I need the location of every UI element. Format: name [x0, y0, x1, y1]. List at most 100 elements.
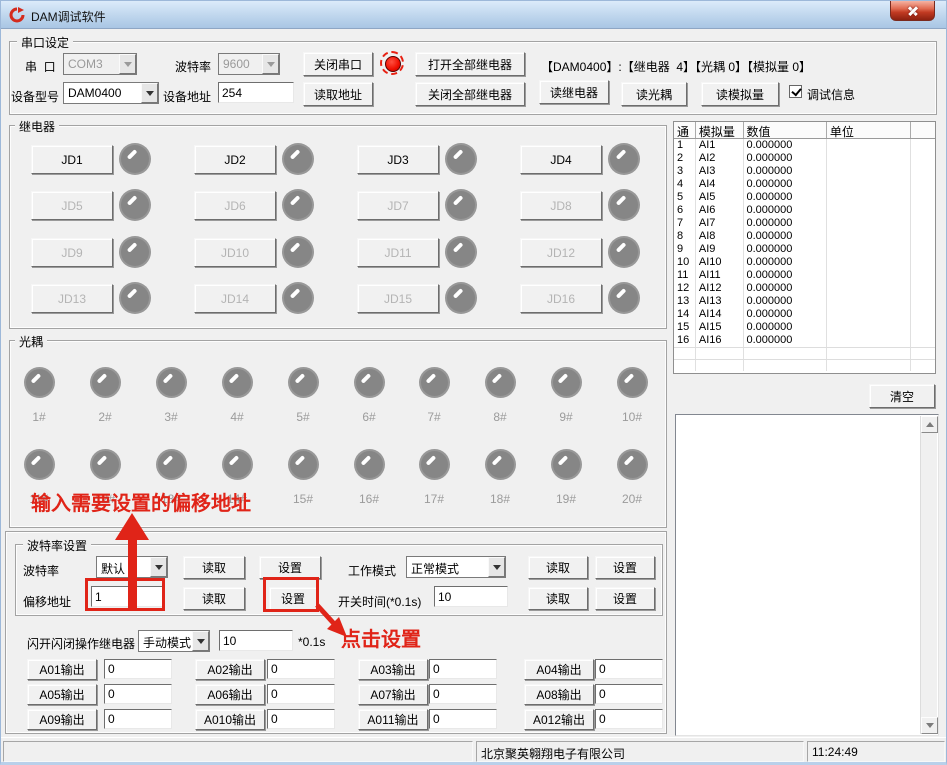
opto-label-4: 4#	[215, 410, 259, 424]
relay-led-4-icon	[610, 145, 638, 173]
ao-button-3[interactable]: A03输出	[358, 659, 428, 680]
ao-input-5[interactable]	[104, 684, 172, 704]
open-all-relays-button[interactable]: 打开全部继电器	[415, 52, 525, 76]
work-mode-select[interactable]: 正常模式	[406, 556, 506, 578]
read-offset-button[interactable]: 读取	[183, 587, 245, 610]
baudrate-select[interactable]: 9600	[218, 53, 280, 75]
debug-info-checkbox[interactable]	[789, 85, 802, 98]
analog-row-11[interactable]: 11AI110.000000	[674, 269, 935, 282]
scrollbar[interactable]	[920, 416, 937, 734]
ao-input-11[interactable]	[429, 709, 497, 729]
close-icon[interactable]	[890, 1, 935, 21]
opto-label-6: 6#	[347, 410, 391, 424]
relay-button-8[interactable]: JD8	[520, 191, 602, 220]
opto-label-1: 1#	[17, 410, 61, 424]
analog-row-7[interactable]: 7AI70.000000	[674, 217, 935, 230]
analog-cell	[744, 348, 827, 359]
ao-input-3[interactable]	[429, 659, 497, 679]
ao-input-2[interactable]	[267, 659, 335, 679]
analog-row-5[interactable]: 5AI50.000000	[674, 191, 935, 204]
analog-row-4[interactable]: 4AI40.000000	[674, 178, 935, 191]
analog-row-12[interactable]: 12AI120.000000	[674, 282, 935, 295]
analog-row-15[interactable]: 15AI150.000000	[674, 321, 935, 334]
scroll-up-icon[interactable]	[921, 416, 938, 433]
ao-button-1[interactable]: A01输出	[27, 659, 97, 680]
ao-button-12[interactable]: A012输出	[524, 709, 594, 730]
relay-button-15[interactable]: JD15	[357, 284, 439, 313]
relay-button-9[interactable]: JD9	[31, 238, 113, 267]
close-port-button[interactable]: 关闭串口	[303, 52, 373, 76]
relay-button-3[interactable]: JD3	[357, 145, 439, 174]
ao-button-9[interactable]: A09输出	[27, 709, 97, 730]
ao-input-7[interactable]	[429, 684, 497, 704]
analog-row-1[interactable]: 1AI10.000000	[674, 139, 935, 152]
relay-button-2[interactable]: JD2	[194, 145, 276, 174]
relay-button-12[interactable]: JD12	[520, 238, 602, 267]
set-switchtime-button[interactable]: 设置	[595, 587, 655, 610]
analog-cell: 0.000000	[744, 139, 827, 152]
relay-button-7[interactable]: JD7	[357, 191, 439, 220]
clear-button[interactable]: 清空	[869, 384, 935, 408]
read-analog-button[interactable]: 读模拟量	[701, 82, 779, 106]
ao-button-8[interactable]: A08输出	[524, 684, 594, 705]
analog-cell	[827, 269, 911, 282]
analog-cell: 0.000000	[744, 334, 827, 347]
relay-button-4[interactable]: JD4	[520, 145, 602, 174]
analog-row-14[interactable]: 14AI140.000000	[674, 308, 935, 321]
analog-cell	[911, 360, 935, 371]
read-switchtime-button[interactable]: 读取	[528, 587, 588, 610]
set-baud-button[interactable]: 设置	[259, 556, 321, 579]
analog-row-9[interactable]: 9AI90.000000	[674, 243, 935, 256]
analog-cell	[911, 269, 935, 282]
analog-row-16[interactable]: 16AI160.000000	[674, 334, 935, 347]
relay-button-13[interactable]: JD13	[31, 284, 113, 313]
analog-row-6[interactable]: 6AI60.000000	[674, 204, 935, 217]
ao-input-9[interactable]	[104, 709, 172, 729]
ao-input-10[interactable]	[267, 709, 335, 729]
set-workmode-button[interactable]: 设置	[595, 556, 655, 579]
ao-button-11[interactable]: A011输出	[358, 709, 428, 730]
relay-button-6[interactable]: JD6	[194, 191, 276, 220]
ao-button-6[interactable]: A06输出	[195, 684, 265, 705]
ao-button-5[interactable]: A05输出	[27, 684, 97, 705]
read-opto-button[interactable]: 读光耦	[621, 82, 687, 106]
read-relay-button[interactable]: 读继电器	[539, 80, 609, 104]
relay-button-10[interactable]: JD10	[194, 238, 276, 267]
ao-input-6[interactable]	[267, 684, 335, 704]
relay-button-16[interactable]: JD16	[520, 284, 602, 313]
flash-mode-select[interactable]: 手动模式	[138, 630, 210, 652]
relay-button-5[interactable]: JD5	[31, 191, 113, 220]
analog-cell: 9	[674, 243, 696, 256]
relay-button-14[interactable]: JD14	[194, 284, 276, 313]
opto-led-12-icon	[92, 451, 119, 478]
ao-input-1[interactable]	[104, 659, 172, 679]
baud-group-title: 波特率设置	[23, 537, 91, 554]
read-workmode-button[interactable]: 读取	[528, 556, 588, 579]
ao-input-8[interactable]	[595, 684, 663, 704]
analog-row-13[interactable]: 13AI130.000000	[674, 295, 935, 308]
relay-button-1[interactable]: JD1	[31, 145, 113, 174]
analog-row-8[interactable]: 8AI80.000000	[674, 230, 935, 243]
ao-button-2[interactable]: A02输出	[195, 659, 265, 680]
scroll-down-icon[interactable]	[921, 717, 938, 734]
ao-button-7[interactable]: A07输出	[358, 684, 428, 705]
analog-cell: 7	[674, 217, 696, 230]
model-select[interactable]: DAM0400	[63, 82, 159, 104]
switch-time-input[interactable]	[434, 586, 508, 607]
flash-time-input[interactable]	[219, 630, 293, 651]
relay-button-11[interactable]: JD11	[357, 238, 439, 267]
ao-button-10[interactable]: A010输出	[195, 709, 265, 730]
debug-log-listbox[interactable]	[675, 414, 939, 736]
ao-button-4[interactable]: A04输出	[524, 659, 594, 680]
device-addr-input[interactable]	[218, 82, 294, 103]
ao-input-4[interactable]	[595, 659, 663, 679]
read-addr-button[interactable]: 读取地址	[303, 82, 373, 106]
analog-row-10[interactable]: 10AI100.000000	[674, 256, 935, 269]
analog-cell: 0.000000	[744, 269, 827, 282]
analog-row-2[interactable]: 2AI20.000000	[674, 152, 935, 165]
close-all-relays-button[interactable]: 关闭全部继电器	[415, 82, 525, 106]
read-baud-button[interactable]: 读取	[183, 556, 245, 579]
ao-input-12[interactable]	[595, 709, 663, 729]
port-select[interactable]: COM3	[63, 53, 137, 75]
analog-row-3[interactable]: 3AI30.000000	[674, 165, 935, 178]
